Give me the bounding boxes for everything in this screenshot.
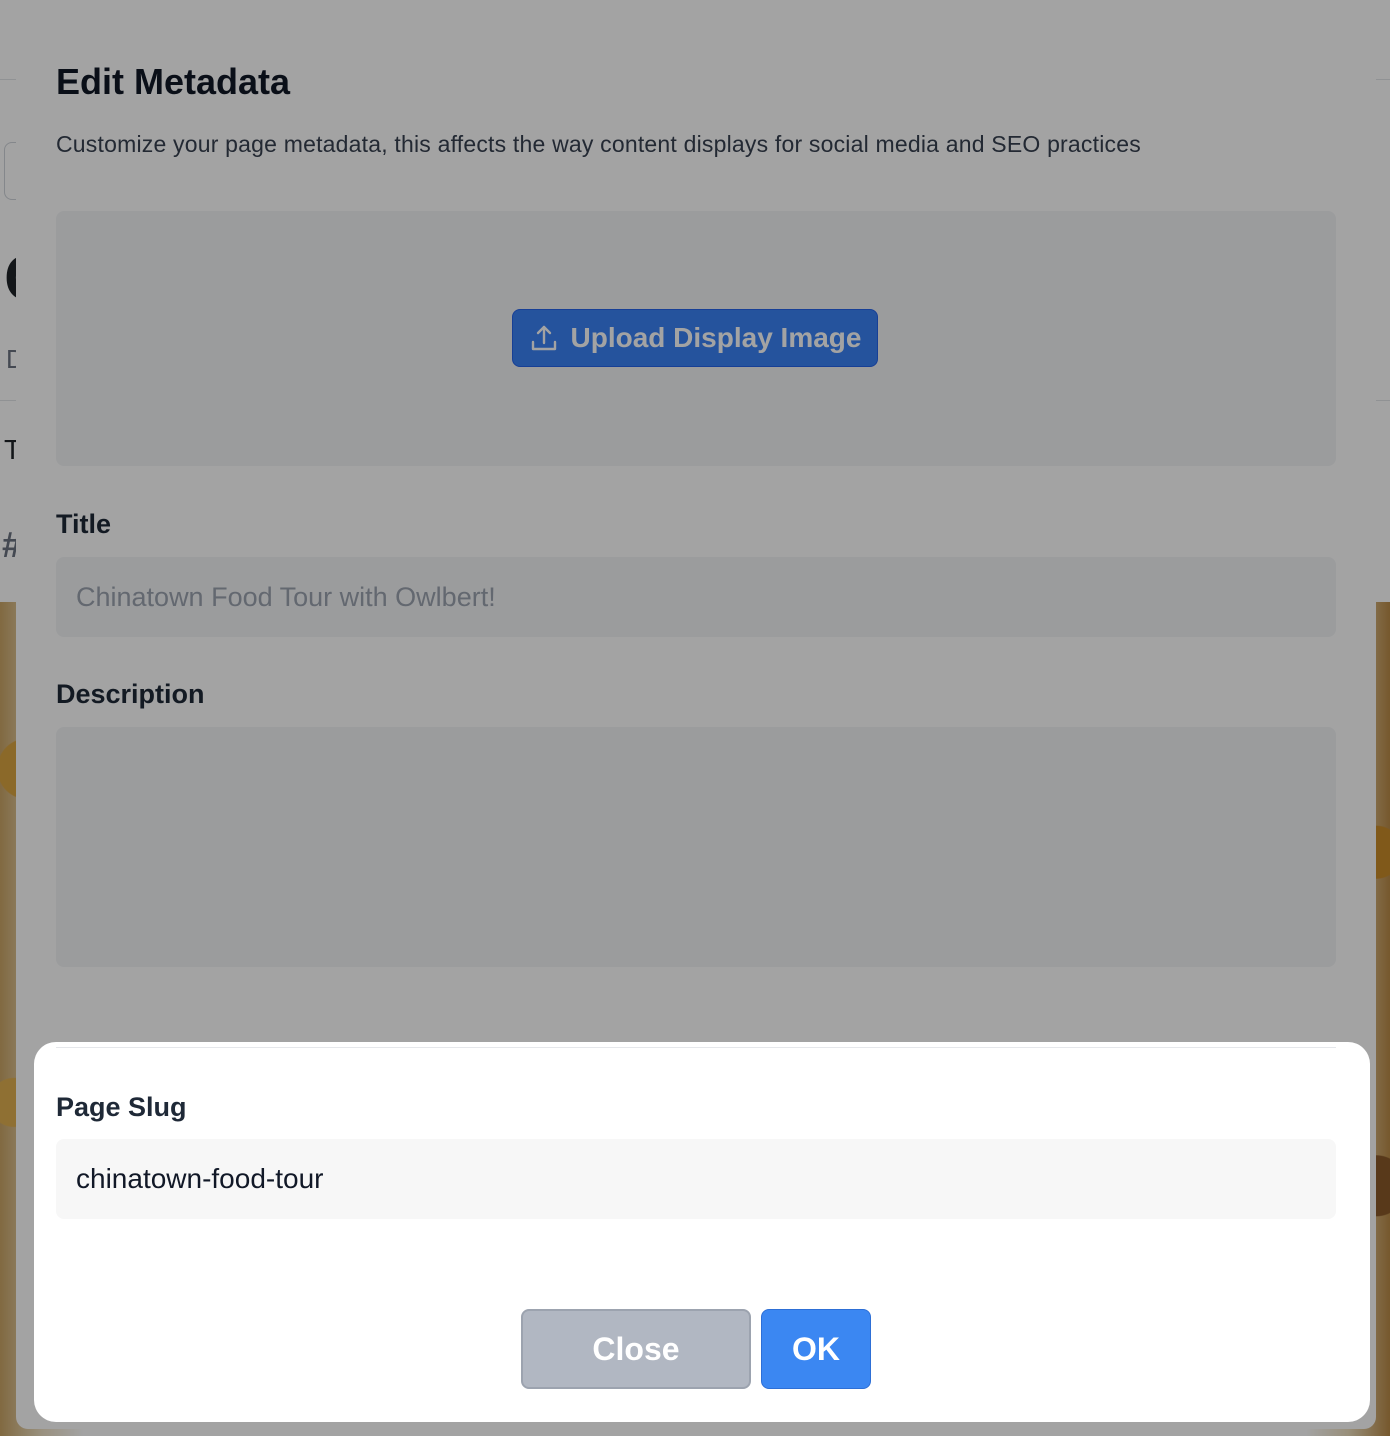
page-slug-panel: Page Slug Close OK — [34, 1042, 1370, 1422]
page-slug-input[interactable] — [56, 1139, 1336, 1219]
slug-divider — [56, 1047, 1336, 1048]
ok-button[interactable]: OK — [761, 1309, 871, 1389]
page-slug-label: Page Slug — [56, 1092, 187, 1122]
close-button[interactable]: Close — [521, 1309, 751, 1389]
